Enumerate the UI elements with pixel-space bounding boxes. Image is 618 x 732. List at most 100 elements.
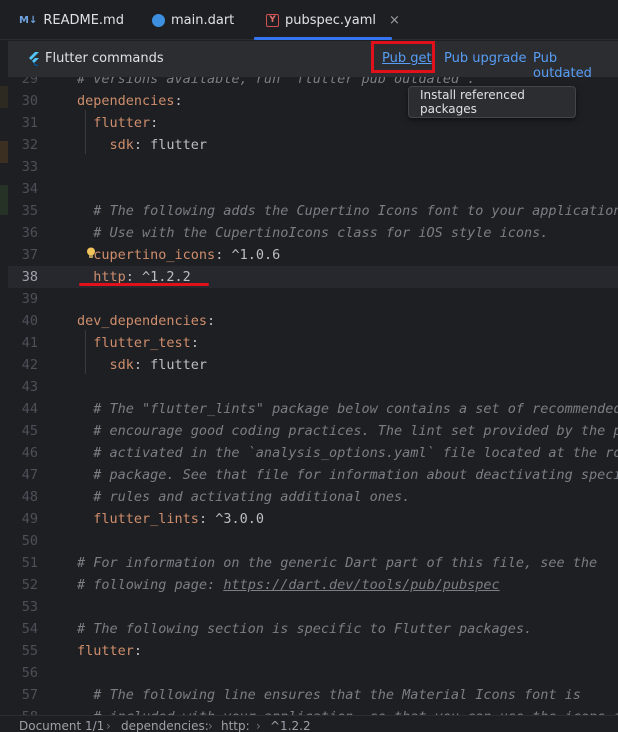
close-tab-icon[interactable]: × bbox=[389, 13, 400, 28]
code-line[interactable]: 48 # rules and activating additional one… bbox=[8, 486, 618, 508]
code-line[interactable]: 46 # activated in the `analysis_options.… bbox=[8, 442, 618, 464]
yaml-value: : bbox=[190, 335, 199, 351]
tab-main-dart[interactable]: main.dart bbox=[152, 0, 234, 40]
line-number: 55 bbox=[21, 643, 38, 659]
code-line[interactable]: 57 # The following line ensures that the… bbox=[8, 684, 618, 706]
code-line[interactable]: 41 flutter_test: bbox=[8, 332, 618, 354]
code-line[interactable]: 42 sdk: flutter bbox=[8, 354, 618, 376]
gutter-change-markers bbox=[0, 77, 8, 715]
line-code: # encourage good coding practices. The l… bbox=[77, 420, 618, 442]
flutter-icon bbox=[29, 52, 39, 66]
yaml-key: cupertino_icons bbox=[93, 247, 216, 263]
code-line[interactable]: 34 bbox=[8, 178, 618, 200]
code-line[interactable]: 45 # encourage good coding practices. Th… bbox=[8, 420, 618, 442]
line-code: # For information on the generic Dart pa… bbox=[77, 552, 597, 574]
line-number: 54 bbox=[21, 621, 38, 637]
line-code: # following page: https://dart.dev/tools… bbox=[77, 574, 500, 596]
tooltip-text: Install referenced packages bbox=[420, 88, 525, 116]
code-line[interactable]: 33 bbox=[8, 156, 618, 178]
code-line[interactable]: 40 dev_dependencies: bbox=[8, 310, 618, 332]
active-tab-indicator bbox=[254, 37, 392, 40]
yaml-value: : bbox=[207, 313, 216, 329]
code-line[interactable]: 55 flutter: bbox=[8, 640, 618, 662]
line-number: 51 bbox=[21, 555, 38, 571]
yaml-key: flutter bbox=[77, 643, 134, 659]
line-number: 39 bbox=[21, 291, 38, 307]
line-number: 41 bbox=[21, 335, 38, 351]
yaml-value: : bbox=[133, 643, 143, 659]
code-line[interactable]: 52 # following page: https://dart.dev/too… bbox=[8, 574, 618, 596]
line-number: 38 bbox=[21, 269, 38, 285]
breadcrumb-version[interactable]: ^1.2.2 bbox=[270, 719, 311, 732]
tab-pubspec-yaml[interactable]: Y pubspec.yaml × bbox=[266, 0, 400, 40]
code-line[interactable]: 39 bbox=[8, 288, 618, 310]
tab-readme[interactable]: M↓ README.md bbox=[19, 0, 124, 40]
indent-guide bbox=[85, 110, 86, 154]
code-line[interactable]: 32 sdk: flutter bbox=[8, 134, 618, 156]
dart-icon bbox=[152, 13, 165, 27]
line-code: # The following adds the Cupertino Icons… bbox=[77, 200, 618, 222]
line-code: sdk: flutter bbox=[77, 134, 208, 156]
line-number: 42 bbox=[21, 357, 38, 373]
yaml-value: : ^3.0.0 bbox=[198, 511, 264, 527]
breadcrumb-separator: › bbox=[256, 719, 261, 732]
code-line[interactable]: 49 flutter_lints: ^3.0.0 bbox=[8, 508, 618, 530]
line-number: 48 bbox=[21, 489, 38, 505]
code-line[interactable]: 36 # Use with the CupertinoIcons class f… bbox=[8, 222, 618, 244]
code-line[interactable]: 50 bbox=[8, 530, 618, 552]
line-number: 43 bbox=[21, 379, 38, 395]
code-line[interactable]: 58 # included with your application, so … bbox=[8, 706, 618, 715]
banner-title: Flutter commands bbox=[45, 51, 164, 66]
code-line[interactable]: 53 bbox=[8, 596, 618, 618]
breadcrumb-dependencies[interactable]: dependencies: bbox=[121, 719, 209, 732]
line-code: cupertino_icons: ^1.0.6 bbox=[77, 244, 280, 266]
line-number: 44 bbox=[21, 401, 38, 417]
code-line[interactable]: 47 # package. See that file for informat… bbox=[8, 464, 618, 486]
pub-upgrade-link[interactable]: Pub upgrade bbox=[444, 51, 527, 66]
comment-text: # following page: bbox=[77, 577, 224, 593]
line-number: 35 bbox=[21, 203, 38, 219]
code-line[interactable]: 43 bbox=[8, 376, 618, 398]
breadcrumb-separator: › bbox=[106, 719, 111, 732]
code-line[interactable]: 37 cupertino_icons: ^1.0.6 bbox=[8, 244, 618, 266]
intention-bulb-icon[interactable] bbox=[86, 247, 96, 259]
line-number: 29 bbox=[21, 77, 38, 87]
yaml-value: : bbox=[174, 93, 183, 109]
line-code: # Use with the CupertinoIcons class for … bbox=[77, 222, 548, 244]
yaml-value: : flutter bbox=[133, 137, 208, 153]
code-editor[interactable]: 29 # versions available, run `flutter pub… bbox=[0, 77, 618, 715]
status-bar-breadcrumb: Document 1/1 › dependencies: › http: › ^… bbox=[0, 715, 618, 732]
code-line[interactable]: 54 # The following section is specific to… bbox=[8, 618, 618, 640]
line-code: # The following section is specific to F… bbox=[77, 618, 532, 640]
line-number: 52 bbox=[21, 577, 38, 593]
editor-tab-bar: M↓ README.md main.dart Y pubspec.yaml × bbox=[0, 0, 618, 40]
code-line[interactable]: 35 # The following adds the Cupertino Ic… bbox=[8, 200, 618, 222]
code-line[interactable]: 56 bbox=[8, 662, 618, 684]
line-number: 53 bbox=[21, 599, 38, 615]
yaml-key: flutter bbox=[93, 115, 151, 131]
comment-text: # The "flutter_lints" package below cont… bbox=[77, 401, 618, 417]
breadcrumb-http[interactable]: http: bbox=[221, 719, 250, 732]
code-line[interactable]: 44 # The "flutter_lints" package below c… bbox=[8, 398, 618, 420]
line-number: 32 bbox=[21, 137, 38, 153]
yaml-value: : ^1.0.6 bbox=[215, 247, 281, 263]
line-code: flutter: bbox=[77, 640, 142, 662]
line-code: flutter_lints: ^3.0.0 bbox=[77, 508, 264, 530]
markdown-icon: M↓ bbox=[19, 14, 38, 26]
code-line[interactable]: 51 # For information on the generic Dart … bbox=[8, 552, 618, 574]
yaml-value: : flutter bbox=[133, 357, 208, 373]
tab-main-dart-label: main.dart bbox=[171, 12, 235, 28]
breadcrumb-document[interactable]: Document 1/1 bbox=[19, 719, 104, 732]
line-code: flutter: bbox=[77, 112, 158, 134]
breadcrumb-separator: › bbox=[208, 719, 213, 732]
comment-text: # For information on the generic Dart pa… bbox=[77, 555, 598, 571]
yaml-key: dev_dependencies bbox=[77, 313, 208, 329]
tab-readme-label: README.md bbox=[43, 12, 124, 28]
flutter-commands-banner: Flutter commands Pub get Pub upgrade Pub… bbox=[8, 41, 618, 81]
tab-pubspec-label: pubspec.yaml bbox=[285, 12, 376, 28]
yaml-key: dependencies bbox=[77, 93, 175, 109]
yaml-icon: Y bbox=[266, 13, 279, 27]
line-code: # The "flutter_lints" package below cont… bbox=[77, 398, 618, 420]
